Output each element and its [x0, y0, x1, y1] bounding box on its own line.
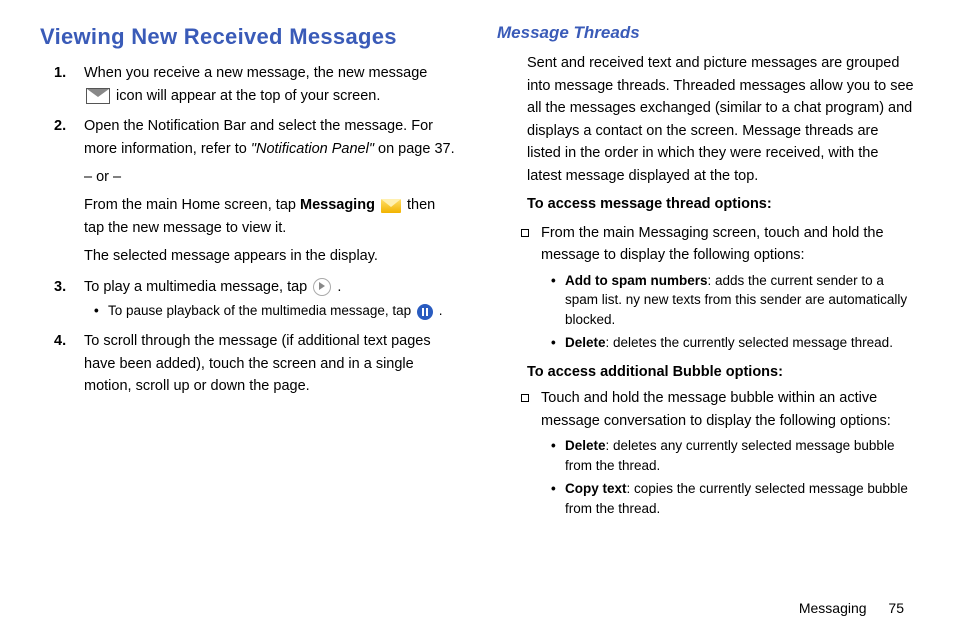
- bullet-item: Add to spam numbers: adds the current se…: [555, 271, 914, 330]
- page-number: 75: [888, 600, 904, 616]
- intro-paragraph: Sent and received text and picture messa…: [497, 52, 914, 187]
- thread-options-list: From the main Messaging screen, touch an…: [497, 222, 914, 353]
- alt-instruction: From the main Home screen, tap Messaging…: [84, 194, 457, 239]
- text: From the main Home screen, tap: [84, 197, 300, 213]
- option-desc: : deletes the currently selected message…: [606, 335, 893, 350]
- option-heading: To access message thread options:: [497, 193, 914, 215]
- text: .: [439, 303, 443, 318]
- option-name: Delete: [565, 335, 606, 350]
- step-number: 2.: [54, 115, 66, 137]
- list-item: Touch and hold the message bubble within…: [527, 387, 914, 518]
- step-3: 3. To play a multimedia message, tap . T…: [70, 276, 457, 322]
- step-text: To scroll through the message (if additi…: [84, 333, 431, 394]
- bullet-item: Delete: deletes any currently selected m…: [555, 436, 914, 475]
- option-name: Add to spam numbers: [565, 273, 708, 288]
- bullet-item: Copy text: copies the currently selected…: [555, 479, 914, 518]
- text: Touch and hold the message bubble within…: [541, 390, 891, 428]
- page-content: Viewing New Received Messages 1. When yo…: [0, 0, 954, 600]
- chapter-name: Messaging: [799, 600, 867, 616]
- step-4: 4. To scroll through the message (if add…: [70, 330, 457, 397]
- sub-options: Add to spam numbers: adds the current se…: [541, 271, 914, 353]
- bubble-options-list: Touch and hold the message bubble within…: [497, 387, 914, 518]
- option-heading: To access additional Bubble options:: [497, 361, 914, 383]
- step-text: .: [337, 279, 341, 295]
- step-number: 3.: [54, 276, 66, 298]
- right-column: Message Threads Sent and received text a…: [497, 20, 914, 590]
- option-name: Delete: [565, 438, 606, 453]
- section-heading: Viewing New Received Messages: [40, 20, 457, 54]
- bullet-item: To pause playback of the multimedia mess…: [98, 301, 457, 322]
- step-text: To play a multimedia message, tap: [84, 279, 311, 295]
- text: From the main Messaging screen, touch an…: [541, 225, 884, 263]
- sub-bullets: To pause playback of the multimedia mess…: [84, 301, 457, 322]
- step-text: on page 37.: [378, 141, 455, 157]
- sub-options: Delete: deletes any currently selected m…: [541, 436, 914, 518]
- page-footer: Messaging 75: [0, 600, 954, 626]
- step-1: 1. When you receive a new message, the n…: [70, 62, 457, 107]
- numbered-steps: 1. When you receive a new message, the n…: [40, 62, 457, 398]
- bullet-item: Delete: deletes the currently selected m…: [555, 333, 914, 353]
- step-text: icon will appear at the top of your scre…: [116, 88, 380, 104]
- app-name: Messaging: [300, 197, 375, 213]
- step-2: 2. Open the Notification Bar and select …: [70, 115, 457, 268]
- reference-text: "Notification Panel": [251, 141, 374, 157]
- messaging-icon: [381, 199, 401, 213]
- or-divider: – or –: [84, 166, 457, 188]
- step-number: 1.: [54, 62, 66, 84]
- step-number: 4.: [54, 330, 66, 352]
- option-desc: : deletes any currently selected message…: [565, 438, 894, 473]
- subsection-heading: Message Threads: [497, 20, 914, 46]
- envelope-icon: [86, 88, 110, 104]
- left-column: Viewing New Received Messages 1. When yo…: [40, 20, 457, 590]
- option-name: Copy text: [565, 481, 627, 496]
- result-text: The selected message appears in the disp…: [84, 245, 457, 267]
- text: To pause playback of the multimedia mess…: [108, 303, 415, 318]
- list-item: From the main Messaging screen, touch an…: [527, 222, 914, 353]
- step-text: When you receive a new message, the new …: [84, 65, 427, 81]
- pause-icon: [417, 304, 433, 320]
- play-icon: [313, 278, 331, 296]
